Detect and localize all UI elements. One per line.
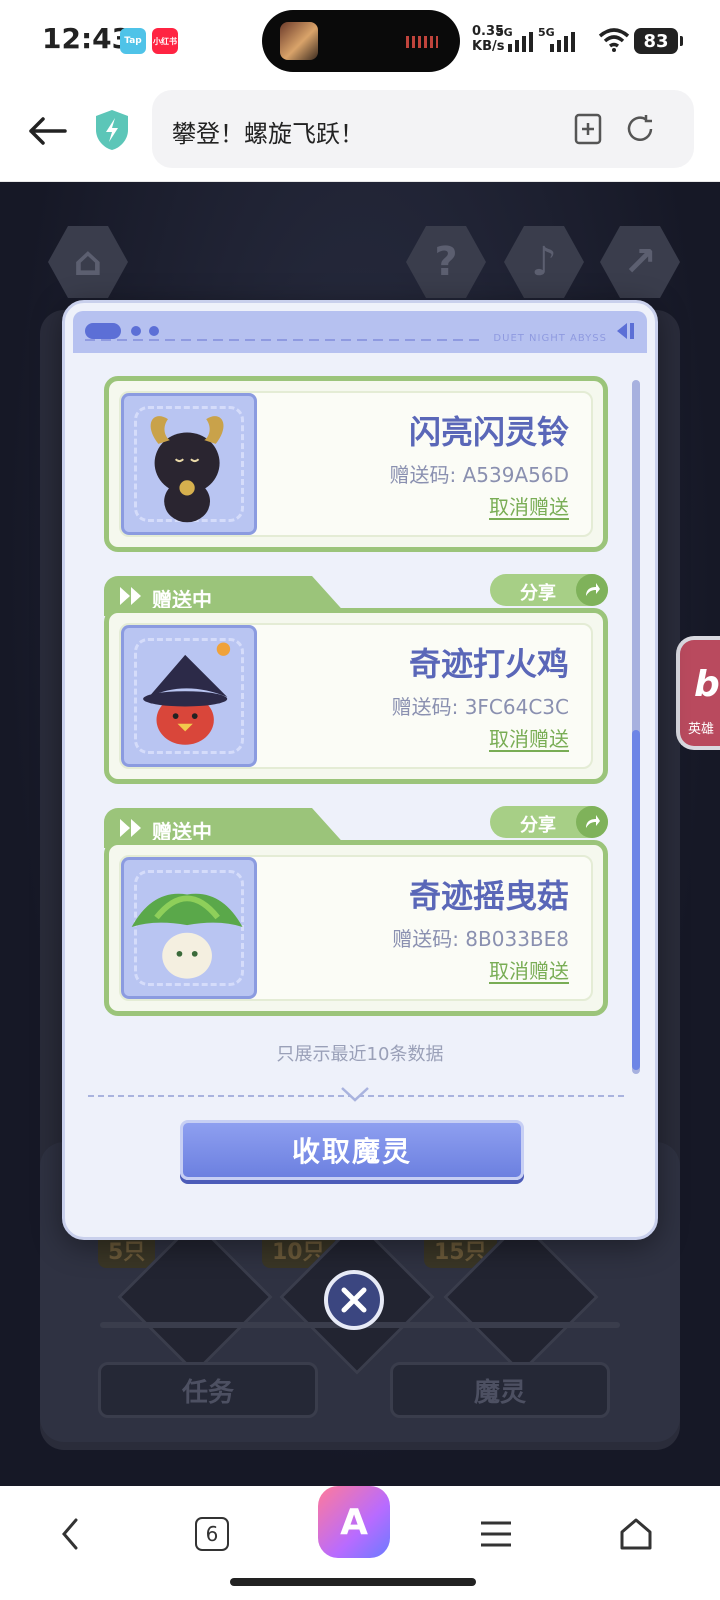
brand-label: DUET NIGHT ABYSS xyxy=(493,333,607,344)
page-title: 攀登！螺旋飞跃！ xyxy=(172,120,364,148)
dynamic-island[interactable] xyxy=(262,10,460,72)
address-bar[interactable]: 攀登！螺旋飞跃！ xyxy=(152,90,694,168)
share-arrow-icon xyxy=(576,574,608,606)
mushroom-spirit-icon xyxy=(131,893,243,979)
bookmark-add-icon xyxy=(574,113,602,145)
gift-card-body: 闪亮闪灵铃 赠送码: A539A56D 取消赠送 xyxy=(104,376,608,552)
collapse-triangle-icon xyxy=(617,323,634,339)
item-name: 闪亮闪灵铃 xyxy=(408,413,569,451)
modal-header: DUET NIGHT ABYSS xyxy=(73,311,647,353)
collect-spirit-button[interactable]: 收取魔灵 xyxy=(180,1120,524,1180)
close-modal-button[interactable] xyxy=(324,1270,384,1330)
gift-code: 赠送码: A539A56D xyxy=(389,463,569,487)
reload-icon xyxy=(627,115,653,141)
gift-card-body: 奇迹摇曳菇 赠送码: 8B033BE8 取消赠送 xyxy=(104,840,608,1016)
back-button[interactable] xyxy=(22,106,72,156)
scrollbar-thumb[interactable] xyxy=(632,730,640,1070)
hamburger-menu-icon xyxy=(481,1521,511,1547)
fast-forward-icon xyxy=(120,587,141,605)
spirit-portrait-goat xyxy=(121,393,257,535)
battery-icon: 83 xyxy=(634,28,683,54)
floating-side-badge[interactable]: bi 英雄 xyxy=(676,636,720,750)
xiaohongshu-app-icon: 小红书 xyxy=(152,28,178,54)
home-button[interactable] xyxy=(606,1504,666,1564)
gift-card-body: 奇迹打火鸡 赠送码: 3FC64C3C 取消赠送 xyxy=(104,608,608,784)
cancel-gift-link[interactable]: 取消赠送 xyxy=(489,955,569,984)
list-footnote: 只展示最近10条数据 xyxy=(276,1044,444,1065)
fast-forward-icon xyxy=(120,819,141,837)
fire-chicken-spirit-icon xyxy=(143,642,231,745)
cancel-gift-link[interactable]: 取消赠送 xyxy=(489,723,569,752)
signal-icon xyxy=(508,30,533,52)
tab-count: 6 xyxy=(195,1517,229,1551)
status-bar: 12:43 Tap 小红书 0.35 KB/s 5G 5G 83 xyxy=(0,0,720,84)
clock: 12:43 xyxy=(42,22,132,55)
gift-code: 赠送码: 3FC64C3C xyxy=(391,695,569,719)
home-icon xyxy=(620,1518,652,1550)
chevron-down-icon xyxy=(341,1087,369,1102)
menu-button[interactable] xyxy=(466,1504,526,1564)
share-button[interactable]: 分享 xyxy=(490,574,608,606)
browser-toolbar: 攀登！螺旋飞跃！ xyxy=(0,84,720,182)
reload-button[interactable] xyxy=(620,109,660,149)
media-thumbnail xyxy=(280,22,318,60)
item-name: 奇迹打火鸡 xyxy=(408,645,569,683)
goat-spirit-icon xyxy=(150,416,224,523)
spirit-portrait-chicken xyxy=(121,625,257,767)
task-button[interactable]: 任务 xyxy=(98,1362,318,1418)
spirit-portrait-mushroom xyxy=(121,857,257,999)
signal-icon-2 xyxy=(550,30,575,52)
close-icon xyxy=(341,1287,367,1313)
tabs-button[interactable]: 6 xyxy=(182,1504,242,1564)
spirit-button[interactable]: 魔灵 xyxy=(390,1362,610,1418)
taptap-app-icon: Tap xyxy=(120,28,146,54)
share-arrow-icon xyxy=(576,806,608,838)
share-button[interactable]: 分享 xyxy=(490,806,608,838)
cancel-gift-link[interactable]: 取消赠送 xyxy=(489,491,569,520)
item-name: 奇迹摇曳菇 xyxy=(408,877,569,915)
back-arrow-icon xyxy=(29,117,67,145)
audio-wave-icon xyxy=(406,36,438,48)
shield-icon[interactable] xyxy=(92,108,132,152)
chevron-left-icon xyxy=(62,1518,78,1550)
add-bookmark-button[interactable] xyxy=(568,109,608,149)
gift-code: 赠送码: 8B033BE8 xyxy=(392,927,569,951)
ai-assistant-button[interactable]: A xyxy=(318,1486,390,1558)
nav-back-button[interactable] xyxy=(40,1504,100,1564)
wifi-icon xyxy=(598,28,630,52)
home-indicator[interactable] xyxy=(230,1578,476,1586)
